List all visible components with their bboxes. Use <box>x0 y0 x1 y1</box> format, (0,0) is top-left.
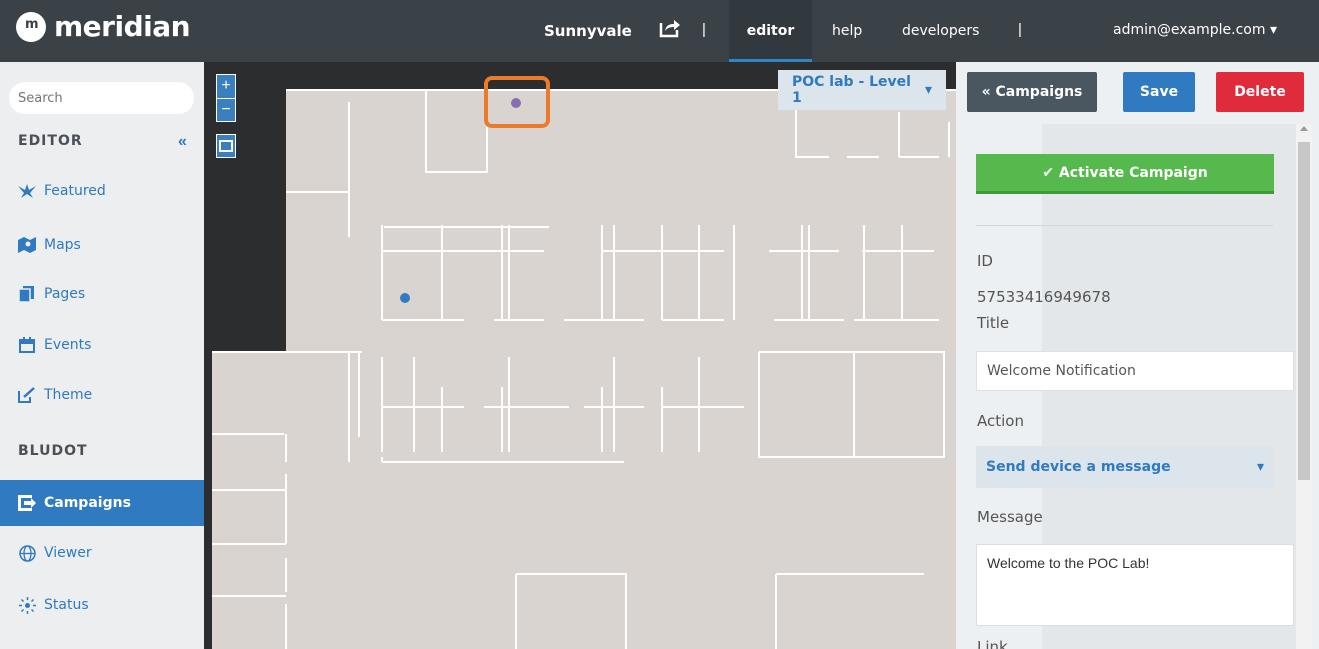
top-navbar: meridian Sunnyvale | editor help develop… <box>0 0 1319 62</box>
sidebar-item-label: Events <box>44 337 92 353</box>
sidebar-item-viewer[interactable]: Viewer <box>0 530 204 576</box>
search-input[interactable] <box>9 82 194 114</box>
sidebar-item-pages[interactable]: Pages <box>0 271 204 317</box>
sidebar-item-label: Campaigns <box>44 495 131 511</box>
campaign-panel: « Campaigns Save Delete ✔ Activate Campa… <box>956 62 1319 649</box>
status-icon <box>18 596 36 614</box>
zoom-out-button[interactable]: − <box>216 98 236 122</box>
sidebar-item-theme[interactable]: Theme <box>0 372 204 418</box>
meridian-logo[interactable]: meridian <box>16 10 191 43</box>
activate-label: Activate Campaign <box>1058 164 1208 181</box>
floor-plan <box>212 89 956 649</box>
section-bludot: BLUDOT <box>18 443 88 459</box>
fit-bounds-icon <box>219 140 233 152</box>
check-icon: ✔ <box>1042 164 1055 181</box>
calendar-icon <box>18 336 36 354</box>
tab-help[interactable]: help <box>832 0 862 62</box>
map-canvas[interactable]: + − POC lab - Level 1 ▾ <box>204 62 956 649</box>
floor-select-value: POC lab - Level 1 <box>792 74 911 106</box>
link-label: Link <box>977 638 1008 649</box>
id-label: ID <box>977 252 993 270</box>
back-to-campaigns-button[interactable]: « Campaigns <box>967 72 1097 112</box>
highlight-box <box>484 76 550 128</box>
action-select[interactable]: Send device a message ▾ <box>976 446 1274 488</box>
sidebar-item-status[interactable]: Status <box>0 582 204 628</box>
section-editor: EDITOR <box>18 133 83 149</box>
delete-button[interactable]: Delete <box>1216 72 1304 112</box>
sidebar-item-label: Theme <box>44 387 93 403</box>
nav-separator: | <box>702 21 706 38</box>
action-label: Action <box>977 412 1024 430</box>
sidebar-item-campaigns[interactable]: Campaigns <box>0 480 204 526</box>
save-button[interactable]: Save <box>1123 72 1195 112</box>
zoom-in-button[interactable]: + <box>216 74 236 98</box>
fit-bounds-button[interactable] <box>216 134 236 158</box>
sidebar-item-label: Viewer <box>44 545 92 561</box>
collapse-sidebar-icon[interactable]: « <box>178 133 187 151</box>
location-name[interactable]: Sunnyvale <box>544 22 632 40</box>
id-value: 57533416949678 <box>977 288 1111 306</box>
activate-campaign-button[interactable]: ✔ Activate Campaign <box>976 154 1274 194</box>
scrollbar[interactable] <box>1296 124 1312 649</box>
floor-select[interactable]: POC lab - Level 1 ▾ <box>778 70 946 110</box>
share-icon[interactable] <box>659 18 681 38</box>
caret-down-icon: ▾ <box>1256 459 1264 475</box>
sidebar-item-label: Pages <box>44 286 86 302</box>
map-icon <box>18 236 36 254</box>
action-select-value: Send device a message <box>986 459 1171 475</box>
logo-text: meridian <box>54 10 191 43</box>
sidebar-item-events[interactable]: Events <box>0 322 204 368</box>
featured-icon <box>18 182 36 200</box>
tab-developers[interactable]: developers <box>902 0 979 62</box>
scroll-thumb[interactable] <box>1298 142 1310 480</box>
sidebar-item-label: Maps <box>44 237 81 253</box>
caret-down-icon: ▾ <box>924 82 932 98</box>
nav-separator: | <box>1018 21 1022 38</box>
sidebar-item-maps[interactable]: Maps <box>0 222 204 268</box>
campaigns-icon <box>18 494 36 512</box>
theme-icon <box>18 386 36 404</box>
title-label: Title <box>977 314 1010 332</box>
message-field[interactable]: Welcome to the POC Lab! <box>976 544 1294 626</box>
user-email: admin@example.com <box>1113 22 1266 38</box>
globe-icon <box>18 544 36 562</box>
scroll-up-icon[interactable] <box>1300 126 1308 131</box>
user-menu[interactable]: admin@example.com ▾ <box>1113 22 1277 38</box>
pages-icon <box>18 285 36 303</box>
sidebar-item-featured[interactable]: Featured <box>0 168 204 214</box>
tab-editor[interactable]: editor <box>729 0 812 62</box>
sidebar-item-label: Featured <box>44 183 106 199</box>
message-label: Message <box>977 508 1043 526</box>
title-field[interactable]: Welcome Notification <box>976 351 1294 391</box>
divider <box>976 225 1274 226</box>
caret-down-icon: ▾ <box>1269 22 1277 38</box>
sidebar-item-label: Status <box>44 597 89 613</box>
sidebar: EDITOR « Featured Maps Pages Events Them… <box>0 62 204 649</box>
logo-icon <box>16 11 46 42</box>
